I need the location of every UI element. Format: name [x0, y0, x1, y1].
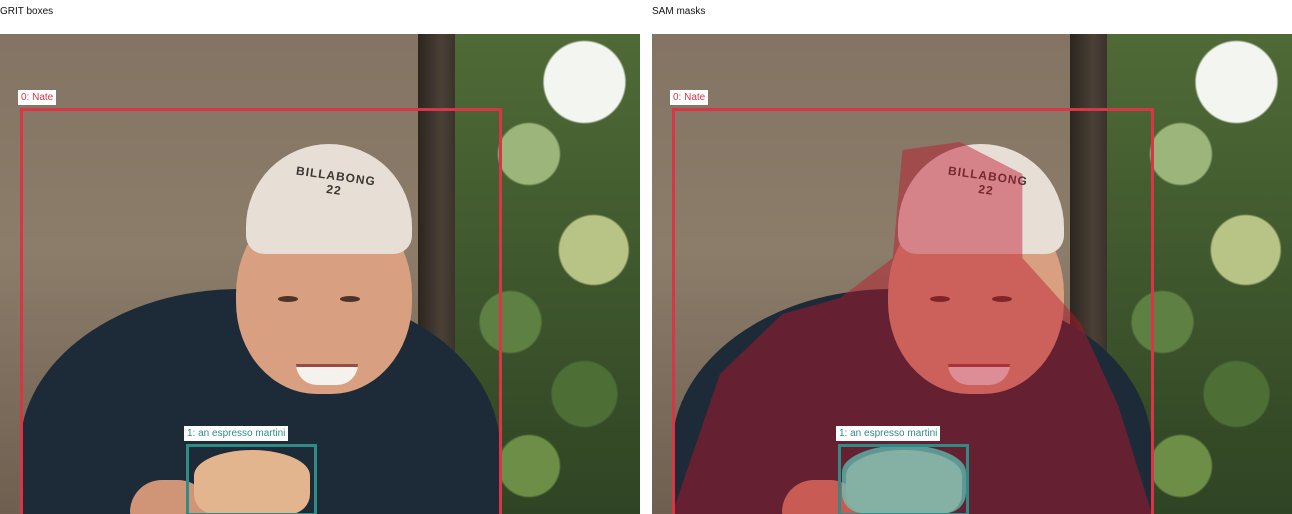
bbox-label-person: 0: Nate	[18, 90, 57, 105]
bbox-label-cup: 1: an espresso martini	[184, 426, 289, 441]
sam-masks-panel: BILLABONG 22 0: Nate 1: an espresso mart…	[652, 34, 1292, 514]
bbox-cup	[186, 444, 317, 514]
grit-boxes-panel: BILLABONG 22 0: Nate 1: an espresso mart…	[0, 34, 640, 514]
panel-title-grit: GRIT boxes	[0, 6, 54, 17]
bbox-cup	[838, 444, 969, 514]
bbox-label-person: 0: Nate	[670, 90, 709, 105]
bbox-label-cup: 1: an espresso martini	[836, 426, 941, 441]
panel-title-sam: SAM masks	[652, 6, 706, 17]
